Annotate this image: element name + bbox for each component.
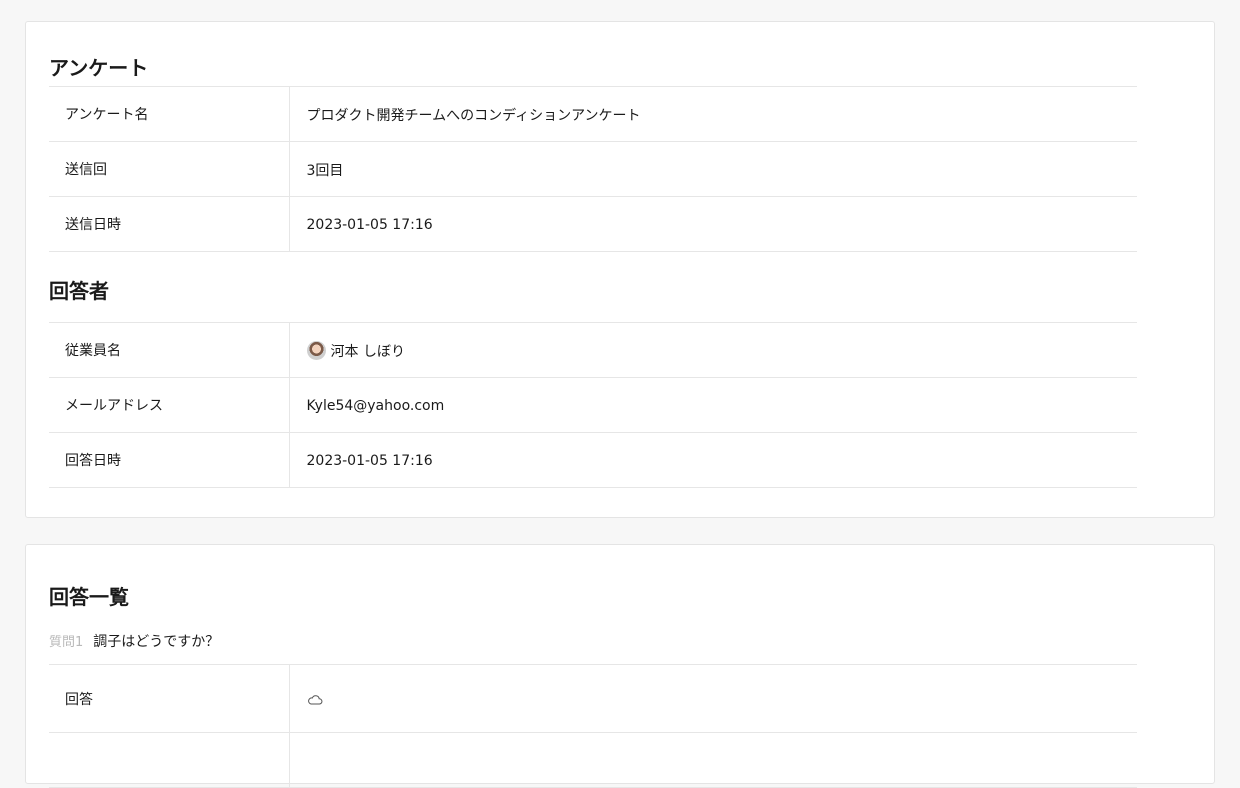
question-line: 質問1 調子はどうですか？ [49,631,219,651]
answered-at-label: 回答日時 [49,432,290,488]
send-round-label: 送信回 [49,141,290,197]
employee-name-value: 河本 しぼり [330,344,405,360]
answers-card: 回答一覧 質問1 調子はどうですか？ 回答 [25,544,1215,788]
survey-name-value: プロダクト開発チームへのコンディションアンケート [306,108,641,124]
send-round-value: 3回目 [306,163,344,179]
empty-label [49,732,290,788]
answered-at-value: 2023-01-05 17:16 [306,453,433,469]
question-text: 調子はどうですか？ [93,634,220,650]
table-row: 送信回 3回目 [49,141,1137,197]
empty-value [289,733,1137,788]
table-row: 送信日時 2023-01-05 17:16 [49,196,1137,252]
cloud-icon [307,694,322,704]
answers-table: 回答 [49,664,1137,788]
respondent-section-title: 回答者 [49,279,109,303]
table-row: 回答 [49,664,1137,733]
avatar [306,341,326,360]
email-value: Kyle54@yahoo.com [306,398,445,414]
question-number: 質問1 [49,635,84,650]
table-row: 従業員名 河本 しぼり [49,322,1137,378]
answers-section-title: 回答一覧 [49,585,129,609]
survey-detail-card: アンケート アンケート名 プロダクト開発チームへのコンディションアンケート 送信… [25,21,1215,518]
answer-value [289,665,1137,733]
employee-name-label: 従業員名 [49,322,290,378]
table-row: 回答日時 2023-01-05 17:16 [49,432,1137,488]
table-row: アンケート名 プロダクト開発チームへのコンディションアンケート [49,86,1137,142]
respondent-info-table: 従業員名 河本 しぼり メールアドレス Kyle54@yahoo.com 回答日… [49,322,1137,488]
survey-info-table: アンケート名 プロダクト開発チームへのコンディションアンケート 送信回 3回目 … [49,86,1137,252]
employee-name-cell: 河本 しぼり [289,323,1137,378]
survey-section-title: アンケート [49,56,149,80]
sent-at-value: 2023-01-05 17:16 [306,217,433,233]
table-row [49,732,1137,788]
answer-label: 回答 [49,664,290,733]
sent-at-label: 送信日時 [49,196,290,252]
survey-name-label: アンケート名 [49,86,290,142]
email-label: メールアドレス [49,377,290,433]
table-row: メールアドレス Kyle54@yahoo.com [49,377,1137,433]
